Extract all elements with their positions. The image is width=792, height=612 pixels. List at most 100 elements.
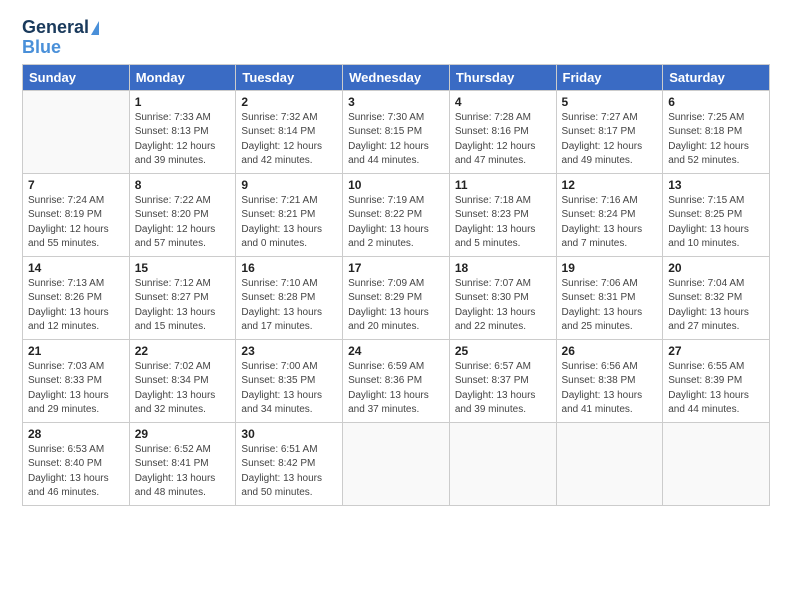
day-number: 12 bbox=[562, 178, 658, 192]
day-detail: Sunrise: 7:30 AM Sunset: 8:15 PM Dayligh… bbox=[348, 111, 444, 169]
col-header-sunday: Sunday bbox=[23, 64, 130, 90]
day-detail: Sunrise: 6:56 AM Sunset: 8:38 PM Dayligh… bbox=[562, 360, 658, 418]
calendar-cell: 17Sunrise: 7:09 AM Sunset: 8:29 PM Dayli… bbox=[343, 256, 450, 339]
day-detail: Sunrise: 7:21 AM Sunset: 8:21 PM Dayligh… bbox=[241, 194, 337, 252]
day-detail: Sunrise: 7:22 AM Sunset: 8:20 PM Dayligh… bbox=[135, 194, 231, 252]
calendar-week-3: 21 Sunrise: 7:03 AM Sunset: 8:33 PM Dayli… bbox=[23, 339, 770, 422]
header: General Blue bbox=[22, 18, 770, 58]
day-number: 16 bbox=[241, 261, 337, 275]
logo-triangle-icon bbox=[91, 21, 99, 35]
day-detail: Sunrise: 7:18 AM Sunset: 8:23 PM Dayligh… bbox=[455, 194, 551, 252]
calendar-cell: 24Sunrise: 6:59 AM Sunset: 8:36 PM Dayli… bbox=[343, 339, 450, 422]
day-number: 23 bbox=[241, 344, 337, 358]
calendar-cell: 21 Sunrise: 7:03 AM Sunset: 8:33 PM Dayli… bbox=[23, 339, 130, 422]
calendar-week-2: 14 Sunrise: 7:13 AM Sunset: 8:26 PM Dayli… bbox=[23, 256, 770, 339]
day-detail: Sunrise: 6:53 AM Sunset: 8:40 PM Dayligh… bbox=[28, 443, 124, 501]
day-number: 8 bbox=[135, 178, 231, 192]
day-number: 30 bbox=[241, 427, 337, 441]
calendar-cell bbox=[343, 422, 450, 505]
calendar-cell: 22 Sunrise: 7:02 AM Sunset: 8:34 PM Dayli… bbox=[129, 339, 236, 422]
calendar-cell bbox=[556, 422, 663, 505]
day-number: 15 bbox=[135, 261, 231, 275]
day-detail: Sunrise: 7:15 AM Sunset: 8:25 PM Dayligh… bbox=[668, 194, 764, 252]
calendar-cell: 26 Sunrise: 6:56 AM Sunset: 8:38 PM Dayli… bbox=[556, 339, 663, 422]
calendar-cell: 16 Sunrise: 7:10 AM Sunset: 8:28 PM Dayli… bbox=[236, 256, 343, 339]
day-number: 5 bbox=[562, 95, 658, 109]
day-detail: Sunrise: 7:00 AM Sunset: 8:35 PM Dayligh… bbox=[241, 360, 337, 418]
day-detail: Sunrise: 7:04 AM Sunset: 8:32 PM Dayligh… bbox=[668, 277, 764, 335]
day-number: 25 bbox=[455, 344, 551, 358]
calendar-cell: 12 Sunrise: 7:16 AM Sunset: 8:24 PM Dayli… bbox=[556, 173, 663, 256]
logo: General Blue bbox=[22, 18, 99, 58]
page: General Blue SundayMondayTuesdayWednesda… bbox=[0, 0, 792, 612]
col-header-thursday: Thursday bbox=[449, 64, 556, 90]
calendar-cell: 28 Sunrise: 6:53 AM Sunset: 8:40 PM Dayli… bbox=[23, 422, 130, 505]
day-detail: Sunrise: 7:16 AM Sunset: 8:24 PM Dayligh… bbox=[562, 194, 658, 252]
day-detail: Sunrise: 7:13 AM Sunset: 8:26 PM Dayligh… bbox=[28, 277, 124, 335]
day-detail: Sunrise: 7:25 AM Sunset: 8:18 PM Dayligh… bbox=[668, 111, 764, 169]
calendar-cell: 6 Sunrise: 7:25 AM Sunset: 8:18 PM Daylig… bbox=[663, 90, 770, 173]
calendar-cell: 9 Sunrise: 7:21 AM Sunset: 8:21 PM Daylig… bbox=[236, 173, 343, 256]
col-header-saturday: Saturday bbox=[663, 64, 770, 90]
day-detail: Sunrise: 7:12 AM Sunset: 8:27 PM Dayligh… bbox=[135, 277, 231, 335]
calendar-cell bbox=[663, 422, 770, 505]
calendar-cell bbox=[23, 90, 130, 173]
day-number: 6 bbox=[668, 95, 764, 109]
calendar-cell: 4 Sunrise: 7:28 AM Sunset: 8:16 PM Daylig… bbox=[449, 90, 556, 173]
col-header-wednesday: Wednesday bbox=[343, 64, 450, 90]
calendar-header-row: SundayMondayTuesdayWednesdayThursdayFrid… bbox=[23, 64, 770, 90]
day-number: 11 bbox=[455, 178, 551, 192]
day-detail: Sunrise: 7:03 AM Sunset: 8:33 PM Dayligh… bbox=[28, 360, 124, 418]
day-number: 7 bbox=[28, 178, 124, 192]
col-header-tuesday: Tuesday bbox=[236, 64, 343, 90]
logo-blue: Blue bbox=[22, 38, 61, 58]
calendar-cell bbox=[449, 422, 556, 505]
logo-general: General bbox=[22, 18, 89, 38]
calendar-cell: 20 Sunrise: 7:04 AM Sunset: 8:32 PM Dayli… bbox=[663, 256, 770, 339]
day-number: 13 bbox=[668, 178, 764, 192]
calendar-cell: 14 Sunrise: 7:13 AM Sunset: 8:26 PM Dayli… bbox=[23, 256, 130, 339]
day-detail: Sunrise: 6:51 AM Sunset: 8:42 PM Dayligh… bbox=[241, 443, 337, 501]
calendar-cell: 1Sunrise: 7:33 AM Sunset: 8:13 PM Daylig… bbox=[129, 90, 236, 173]
calendar-cell: 7 Sunrise: 7:24 AM Sunset: 8:19 PM Daylig… bbox=[23, 173, 130, 256]
day-number: 14 bbox=[28, 261, 124, 275]
day-number: 20 bbox=[668, 261, 764, 275]
calendar-cell: 27Sunrise: 6:55 AM Sunset: 8:39 PM Dayli… bbox=[663, 339, 770, 422]
day-detail: Sunrise: 7:10 AM Sunset: 8:28 PM Dayligh… bbox=[241, 277, 337, 335]
day-number: 28 bbox=[28, 427, 124, 441]
day-detail: Sunrise: 7:33 AM Sunset: 8:13 PM Dayligh… bbox=[135, 111, 231, 169]
day-number: 21 bbox=[28, 344, 124, 358]
calendar-cell: 15 Sunrise: 7:12 AM Sunset: 8:27 PM Dayli… bbox=[129, 256, 236, 339]
day-detail: Sunrise: 6:57 AM Sunset: 8:37 PM Dayligh… bbox=[455, 360, 551, 418]
day-detail: Sunrise: 7:32 AM Sunset: 8:14 PM Dayligh… bbox=[241, 111, 337, 169]
calendar-cell: 3 Sunrise: 7:30 AM Sunset: 8:15 PM Daylig… bbox=[343, 90, 450, 173]
day-detail: Sunrise: 7:07 AM Sunset: 8:30 PM Dayligh… bbox=[455, 277, 551, 335]
day-detail: Sunrise: 7:24 AM Sunset: 8:19 PM Dayligh… bbox=[28, 194, 124, 252]
day-detail: Sunrise: 7:06 AM Sunset: 8:31 PM Dayligh… bbox=[562, 277, 658, 335]
day-number: 22 bbox=[135, 344, 231, 358]
calendar-week-1: 7 Sunrise: 7:24 AM Sunset: 8:19 PM Daylig… bbox=[23, 173, 770, 256]
day-detail: Sunrise: 7:02 AM Sunset: 8:34 PM Dayligh… bbox=[135, 360, 231, 418]
calendar-cell: 29Sunrise: 6:52 AM Sunset: 8:41 PM Dayli… bbox=[129, 422, 236, 505]
calendar-week-0: 1Sunrise: 7:33 AM Sunset: 8:13 PM Daylig… bbox=[23, 90, 770, 173]
calendar-cell: 13 Sunrise: 7:15 AM Sunset: 8:25 PM Dayli… bbox=[663, 173, 770, 256]
day-number: 18 bbox=[455, 261, 551, 275]
day-number: 4 bbox=[455, 95, 551, 109]
calendar-cell: 25 Sunrise: 6:57 AM Sunset: 8:37 PM Dayli… bbox=[449, 339, 556, 422]
day-number: 19 bbox=[562, 261, 658, 275]
day-detail: Sunrise: 7:28 AM Sunset: 8:16 PM Dayligh… bbox=[455, 111, 551, 169]
calendar-cell: 8 Sunrise: 7:22 AM Sunset: 8:20 PM Daylig… bbox=[129, 173, 236, 256]
day-number: 27 bbox=[668, 344, 764, 358]
calendar-cell: 18 Sunrise: 7:07 AM Sunset: 8:30 PM Dayli… bbox=[449, 256, 556, 339]
calendar-cell: 19 Sunrise: 7:06 AM Sunset: 8:31 PM Dayli… bbox=[556, 256, 663, 339]
calendar-cell: 5 Sunrise: 7:27 AM Sunset: 8:17 PM Daylig… bbox=[556, 90, 663, 173]
day-detail: Sunrise: 7:27 AM Sunset: 8:17 PM Dayligh… bbox=[562, 111, 658, 169]
day-number: 3 bbox=[348, 95, 444, 109]
day-number: 2 bbox=[241, 95, 337, 109]
day-detail: Sunrise: 7:19 AM Sunset: 8:22 PM Dayligh… bbox=[348, 194, 444, 252]
day-number: 17 bbox=[348, 261, 444, 275]
day-number: 9 bbox=[241, 178, 337, 192]
day-number: 24 bbox=[348, 344, 444, 358]
day-number: 26 bbox=[562, 344, 658, 358]
calendar-cell: 23 Sunrise: 7:00 AM Sunset: 8:35 PM Dayli… bbox=[236, 339, 343, 422]
